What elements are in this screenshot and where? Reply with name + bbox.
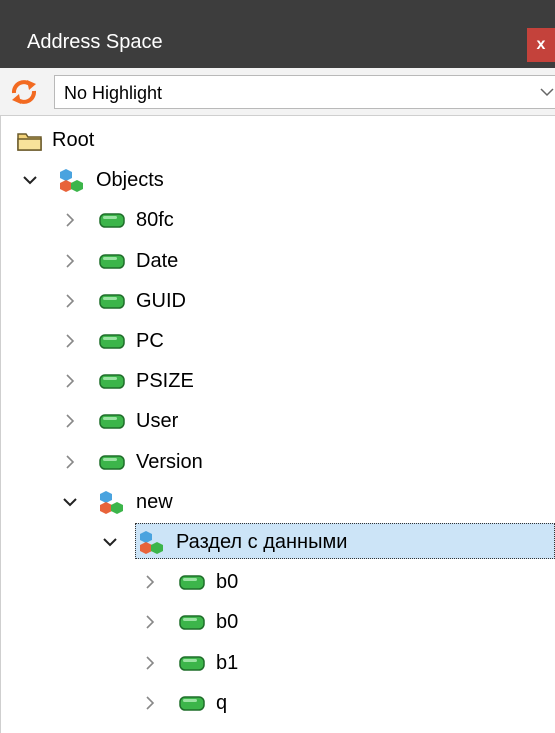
tree-node-label: Root — [52, 129, 95, 151]
tree-node-label: User — [136, 410, 179, 433]
variable-icon — [179, 696, 205, 711]
tree-node[interactable]: q — [0, 684, 555, 722]
variable-icon — [179, 655, 205, 671]
chevron-right-icon[interactable] — [62, 373, 78, 389]
tree-node[interactable]: new — [0, 483, 555, 521]
tree-node[interactable]: PC — [0, 322, 555, 360]
chevron-right-icon[interactable] — [62, 333, 78, 349]
highlight-select-value: No Highlight — [64, 83, 163, 103]
variable-icon — [179, 575, 205, 590]
chevron-right-icon[interactable] — [142, 614, 158, 630]
tree-node[interactable]: b1 — [0, 644, 555, 682]
tree-node[interactable]: GUID — [0, 282, 555, 320]
tree-node-label: b1 — [216, 651, 239, 674]
chevron-right-icon[interactable] — [62, 454, 78, 470]
tree-node[interactable]: 80fc — [0, 201, 555, 239]
tree-node[interactable]: User — [0, 402, 555, 440]
tree-node[interactable]: PSIZE — [0, 362, 555, 400]
chevron-down-icon — [540, 88, 554, 97]
tree-node-label: b0 — [216, 611, 239, 634]
tree-node[interactable]: Objects — [0, 161, 555, 199]
variable-icon — [99, 253, 125, 269]
tree-node-label: 80fc — [136, 209, 174, 232]
chevron-right-icon[interactable] — [62, 293, 78, 309]
chevron-down-icon[interactable] — [62, 494, 78, 510]
tree-node[interactable]: Раздел с данными — [0, 523, 555, 561]
toolbar: No Highlight — [0, 68, 555, 116]
tree-node-label: Version — [136, 450, 203, 473]
variable-icon — [99, 414, 125, 430]
chevron-right-icon[interactable] — [62, 413, 78, 429]
tree-node-label: PC — [136, 330, 164, 352]
chevron-down-icon[interactable] — [102, 534, 118, 550]
chevron-right-icon[interactable] — [62, 253, 78, 269]
chevron-right-icon[interactable] — [142, 695, 158, 711]
tree-node[interactable]: b0 — [0, 563, 555, 601]
tree-node-label: Date — [136, 249, 179, 272]
folder-icon — [17, 133, 42, 151]
variable-icon — [99, 294, 125, 309]
object-icon — [100, 490, 123, 514]
variable-icon — [99, 454, 125, 470]
panel-title: Address Space — [27, 31, 163, 53]
chevron-down-icon[interactable] — [22, 172, 38, 188]
chevron-right-icon[interactable] — [142, 655, 158, 671]
tree-node-label: Раздел с данными — [176, 531, 348, 553]
tree-node-label: b0 — [216, 571, 239, 594]
panel-titlebar: Address Space x — [0, 0, 555, 68]
tree-node-label: GUID — [136, 289, 186, 312]
variable-icon — [99, 334, 125, 349]
refresh-icon[interactable] — [10, 79, 38, 105]
tree-node[interactable]: b0 — [0, 603, 555, 641]
tree-node-label: new — [136, 490, 173, 513]
tree-node[interactable]: Version — [0, 443, 555, 481]
variable-icon — [99, 374, 125, 389]
variable-icon — [99, 213, 125, 229]
highlight-select[interactable]: No Highlight — [54, 75, 555, 109]
tree-node[interactable]: Date — [0, 242, 555, 280]
object-icon — [140, 531, 163, 554]
chevron-right-icon[interactable] — [62, 212, 78, 228]
tree-node-label: PSIZE — [136, 370, 194, 393]
tree-node[interactable]: Root — [0, 121, 555, 159]
tree-node-label: q — [216, 691, 228, 714]
chevron-right-icon[interactable] — [142, 574, 158, 590]
object-icon — [60, 169, 83, 193]
variable-icon — [179, 615, 205, 631]
tree-node-label: Objects — [96, 169, 164, 192]
close-button[interactable]: x — [527, 28, 555, 62]
